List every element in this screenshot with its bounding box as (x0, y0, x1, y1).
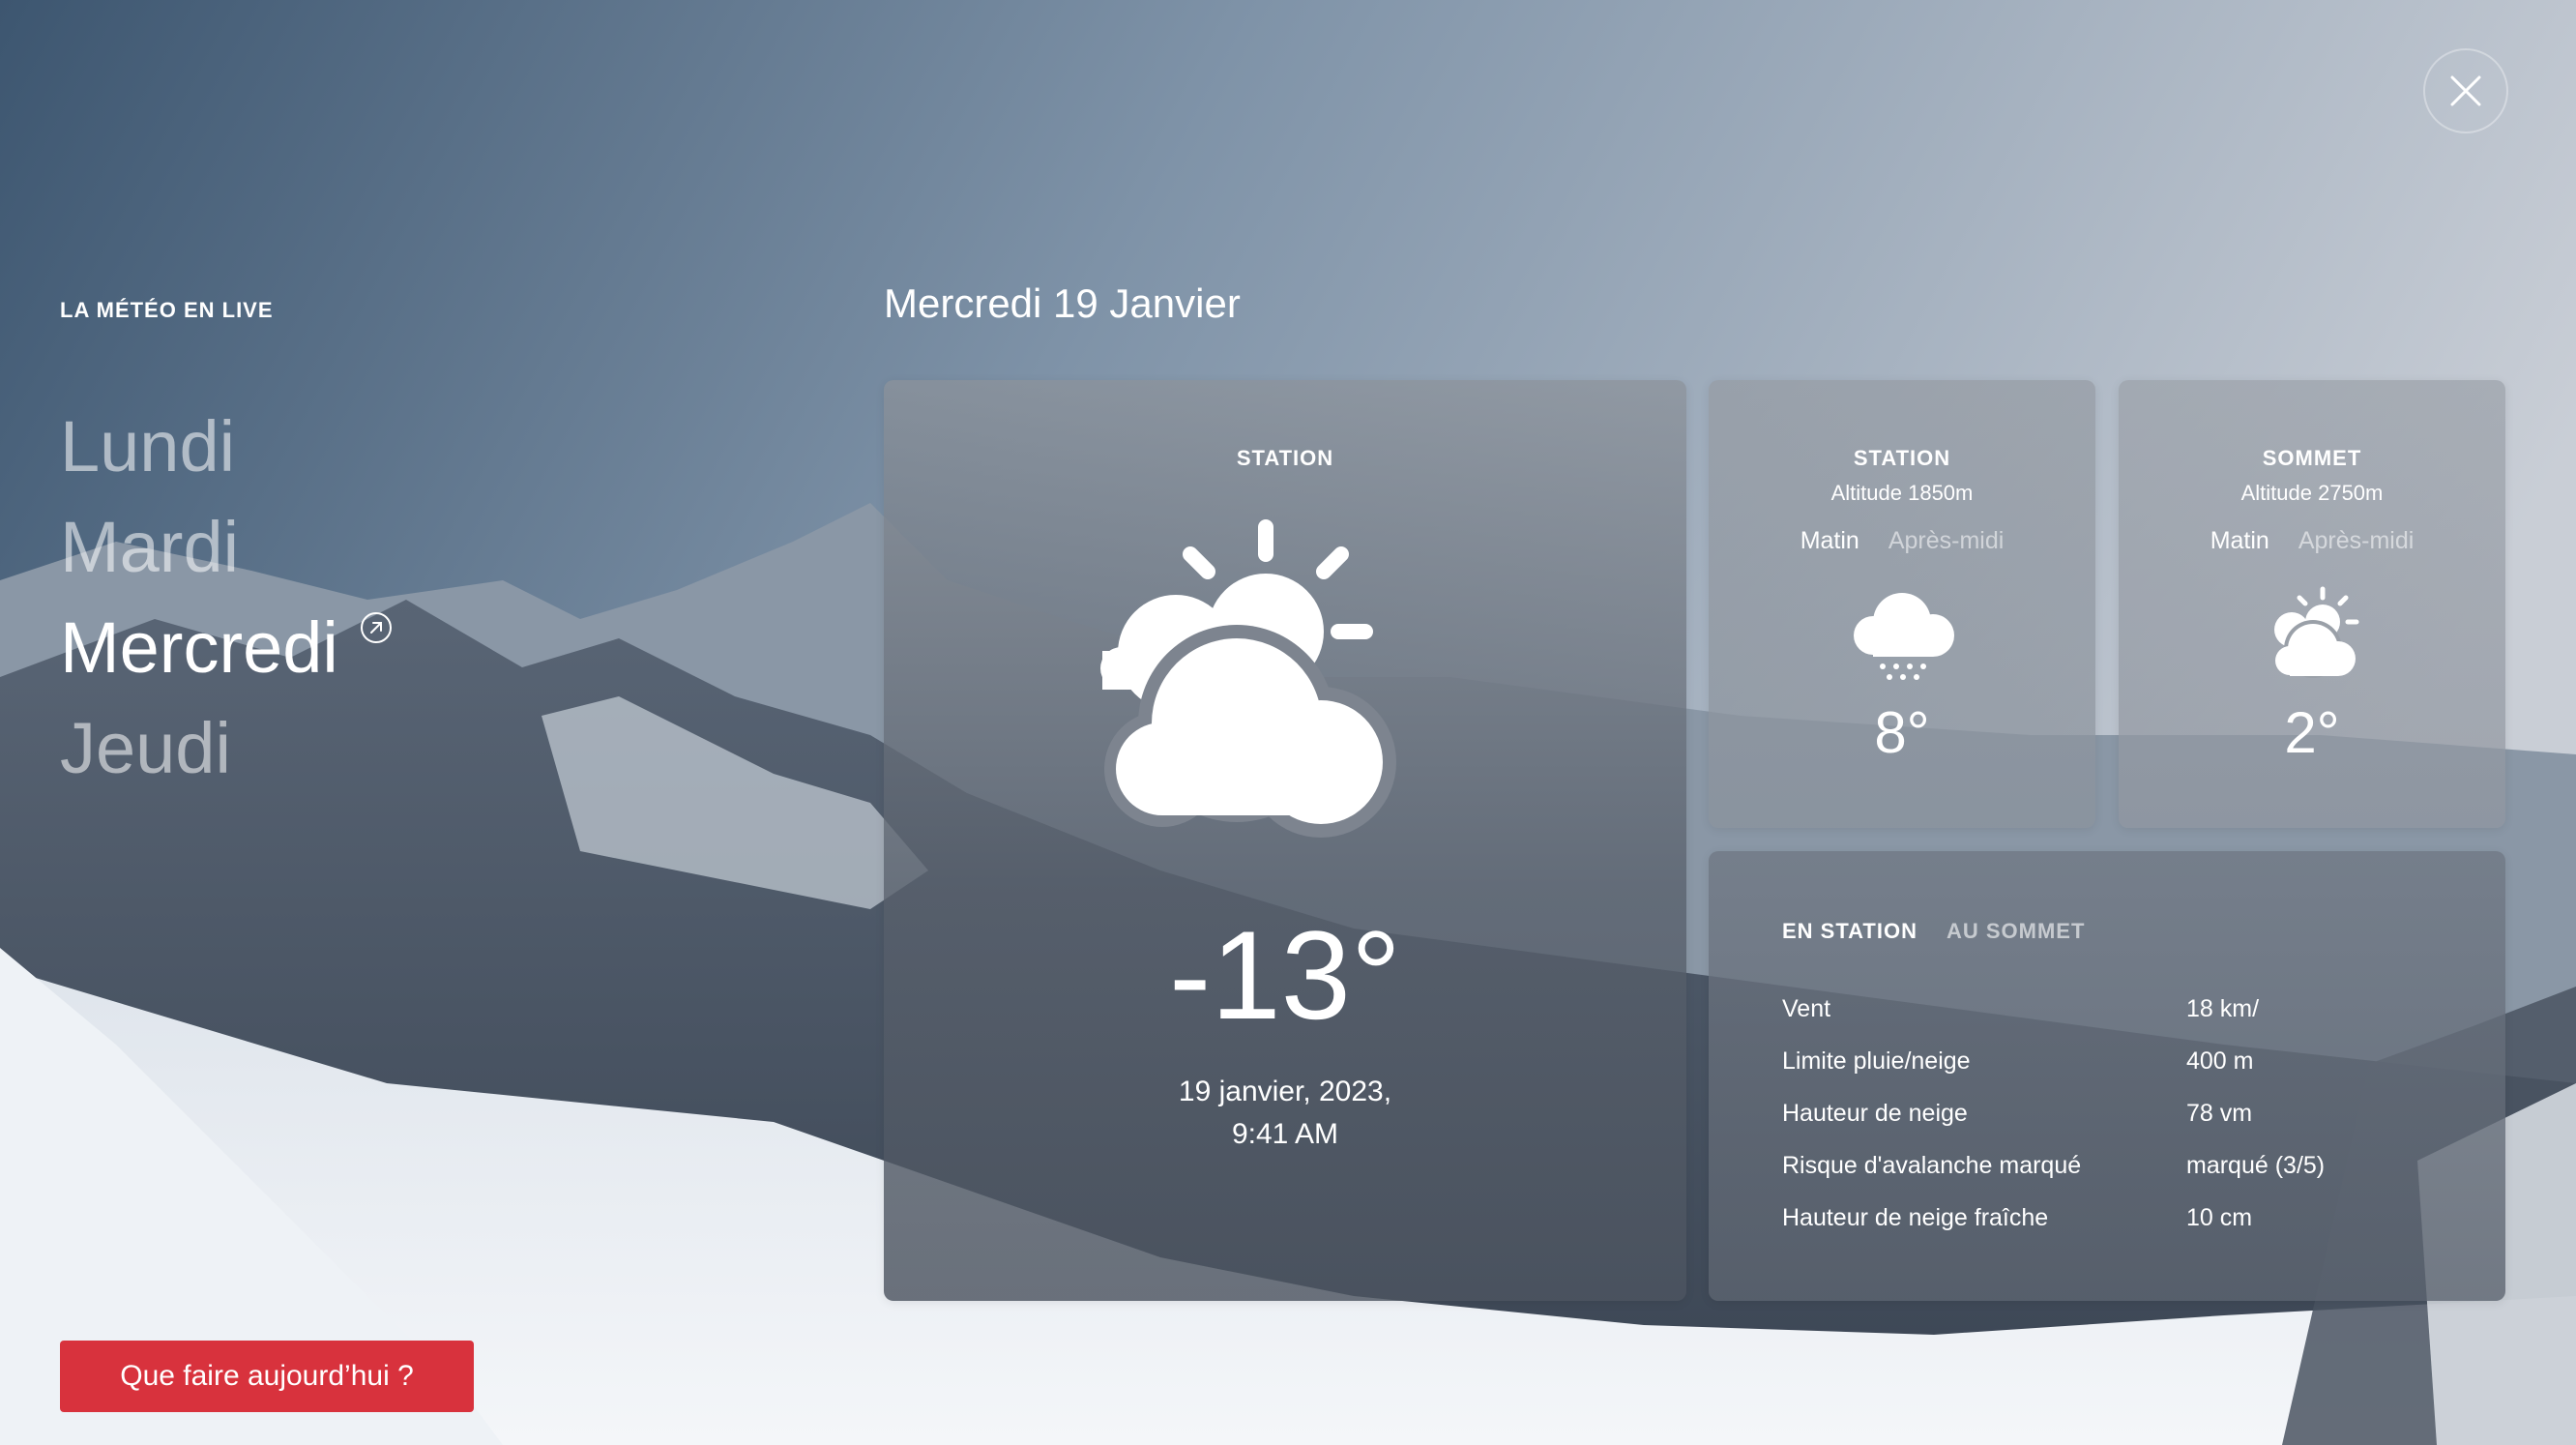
day-list: Lundi Mardi Mercredi Jeudi (60, 397, 392, 799)
partly-cloudy-icon (1097, 516, 1483, 859)
time-line: 9:41 AM (1231, 1118, 1339, 1150)
detail-value: 400 m (2186, 1047, 2254, 1075)
station-card: STATION Altitude 1850m Matin Après-midi … (1709, 380, 2095, 828)
station-temperature: 8° (1874, 700, 1930, 765)
summit-card: SOMMET Altitude 2750m Matin Après-midi 2… (2119, 380, 2505, 828)
card-label: STATION (1236, 446, 1334, 470)
period-tabs: Matin Après-midi (1709, 527, 2095, 555)
tab-au-sommet[interactable]: AU SOMMET (1947, 919, 2085, 944)
date-line: 19 janvier, 2023, (1178, 1076, 1392, 1107)
page-title: Mercredi 19 Janvier (884, 280, 1241, 326)
day-item-label: Mercredi (60, 607, 338, 688)
list-item: Vent 18 km/ (1782, 983, 2325, 1035)
partly-cloudy-icon (2119, 585, 2505, 682)
main-weather-card: STATION -13° 19 janvier, 2023, 9:41 AM (884, 380, 1686, 1301)
main-datetime: 19 janvier, 2023, 9:41 AM (884, 1071, 1686, 1156)
day-item-mardi[interactable]: Mardi (60, 497, 239, 598)
external-link-icon (360, 612, 392, 643)
tab-en-station[interactable]: EN STATION (1782, 919, 1917, 944)
detail-label: Vent (1782, 994, 1831, 1022)
tab-matin[interactable]: Matin (1800, 527, 1859, 555)
tab-apres-midi[interactable]: Après-midi (2298, 527, 2414, 555)
detail-label: Hauteur de neige fraîche (1782, 1203, 2049, 1231)
snow-cloud-icon (1709, 585, 2095, 682)
card-label: STATION (1853, 446, 1951, 470)
detail-value: marqué (3/5) (2186, 1151, 2326, 1179)
day-item-jeudi[interactable]: Jeudi (60, 698, 231, 799)
day-item-mercredi[interactable]: Mercredi (60, 598, 392, 698)
detail-value: 10 cm (2186, 1203, 2253, 1231)
list-item: Risque d'avalanche marqué marqué (3/5) (1782, 1139, 2325, 1192)
card-label: SOMMET (2262, 446, 2362, 470)
list-item: Hauteur de neige fraîche 10 cm (1782, 1192, 2325, 1244)
detail-label: Limite pluie/neige (1782, 1047, 1971, 1075)
day-item-lundi[interactable]: Lundi (60, 397, 235, 497)
list-item: Limite pluie/neige 400 m (1782, 1035, 2325, 1087)
detail-label: Hauteur de neige (1782, 1099, 1968, 1127)
details-card: EN STATION AU SOMMET Vent 18 km/ Limite … (1709, 851, 2505, 1301)
tab-apres-midi[interactable]: Après-midi (1888, 527, 2004, 555)
summit-temperature: 2° (2284, 700, 2340, 765)
altitude-text: Altitude 2750m (2240, 481, 2384, 505)
detail-value: 78 vm (2186, 1099, 2253, 1127)
list-item: Hauteur de neige 78 vm (1782, 1087, 2325, 1139)
close-button[interactable] (2423, 48, 2508, 133)
period-tabs: Matin Après-midi (2119, 527, 2505, 555)
main-temperature: -13° (1169, 904, 1401, 1046)
details-list: Vent 18 km/ Limite pluie/neige 400 m Hau… (1782, 983, 2325, 1244)
what-to-do-button[interactable]: Que faire aujourd’hui ? (60, 1341, 474, 1412)
altitude-text: Altitude 1850m (1830, 481, 1974, 505)
detail-value: 18 km/ (2186, 994, 2260, 1022)
location-tabs: EN STATION AU SOMMET (1782, 919, 2085, 944)
close-icon (2450, 75, 2481, 106)
tab-matin[interactable]: Matin (2210, 527, 2269, 555)
detail-label: Risque d'avalanche marqué (1782, 1151, 2082, 1179)
section-label: LA MÉTÉO EN LIVE (60, 298, 274, 322)
